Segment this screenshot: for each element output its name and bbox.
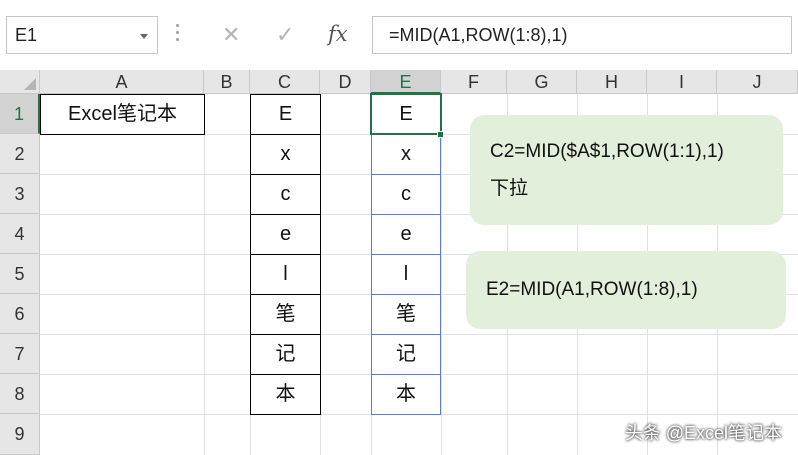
cell-e8[interactable]: 本: [371, 374, 441, 415]
column-header-b[interactable]: B: [204, 70, 250, 94]
formula-note-c2: C2=MID($A$1,ROW(1:1),1) 下拉: [470, 115, 783, 225]
cell-e3[interactable]: c: [371, 174, 441, 215]
cell-c7[interactable]: 记: [250, 334, 321, 375]
column-header-j[interactable]: J: [717, 70, 798, 94]
watermark: 头条 @Excel笔记本: [624, 423, 782, 443]
cell-c5[interactable]: l: [250, 254, 321, 295]
row-header-7[interactable]: 7: [0, 334, 40, 374]
row-header-6[interactable]: 6: [0, 294, 40, 334]
enter-icon[interactable]: ✓: [276, 22, 294, 48]
name-box[interactable]: E1: [6, 16, 158, 54]
cell-c8[interactable]: 本: [250, 374, 321, 415]
fill-handle[interactable]: [437, 131, 444, 138]
note-line: E2=MID(A1,ROW(1:8),1): [486, 279, 698, 300]
formula-buttons: ✕ ✓ fx: [204, 16, 366, 54]
cell-a1[interactable]: Excel笔记本: [40, 94, 205, 135]
column-header-i[interactable]: I: [647, 70, 717, 94]
cell-e1-active[interactable]: E: [370, 93, 442, 135]
column-header-h[interactable]: H: [577, 70, 647, 94]
column-header-g[interactable]: G: [507, 70, 577, 94]
cell-e6[interactable]: 笔: [371, 294, 441, 335]
row-header-9[interactable]: 9: [0, 414, 40, 455]
row-header-2[interactable]: 2: [0, 134, 40, 174]
name-box-value: E1: [15, 25, 38, 45]
cancel-icon[interactable]: ✕: [222, 22, 240, 48]
column-header-d[interactable]: D: [320, 70, 371, 94]
cell-c2[interactable]: x: [250, 134, 321, 175]
formula-text: =MID(A1,ROW(1:8),1): [389, 25, 568, 45]
gridline: [204, 94, 205, 455]
row-header-1[interactable]: 1: [0, 94, 40, 134]
cell-c1[interactable]: E: [250, 94, 321, 135]
cell-e5[interactable]: l: [371, 254, 441, 295]
column-header-a[interactable]: A: [40, 70, 204, 94]
row-header-4[interactable]: 4: [0, 214, 40, 254]
column-header-f[interactable]: F: [441, 70, 507, 94]
formula-bar: E1 ✕ ✓ fx =MID(A1,ROW(1:8),1): [0, 0, 798, 70]
insert-function-icon[interactable]: fx: [328, 22, 348, 46]
cell-e4[interactable]: e: [371, 214, 441, 255]
drag-handle-icon[interactable]: [176, 24, 180, 46]
note-line: 下拉: [490, 178, 529, 199]
row-header-5[interactable]: 5: [0, 254, 40, 294]
gridline: [441, 94, 442, 455]
formula-note-e2: E2=MID(A1,ROW(1:8),1): [466, 251, 786, 329]
row-header-8[interactable]: 8: [0, 374, 40, 414]
row-header-3[interactable]: 3: [0, 174, 40, 214]
cell-e2[interactable]: x: [371, 134, 441, 175]
note-line: C2=MID($A$1,ROW(1:1),1): [490, 141, 724, 162]
formula-input[interactable]: =MID(A1,ROW(1:8),1): [372, 16, 792, 54]
column-header-c[interactable]: C: [250, 70, 320, 94]
cell-c4[interactable]: e: [250, 214, 321, 255]
select-all-corner[interactable]: [0, 70, 40, 94]
cell-c3[interactable]: c: [250, 174, 321, 215]
cell-c6[interactable]: 笔: [250, 294, 321, 335]
cell-e7[interactable]: 记: [371, 334, 441, 375]
chevron-down-icon[interactable]: [140, 34, 148, 39]
column-header-e[interactable]: E: [371, 70, 441, 94]
spreadsheet-grid: A B C D E F G H I J 1 2 3 4 5 6 7 8 9 Ex…: [0, 70, 798, 455]
